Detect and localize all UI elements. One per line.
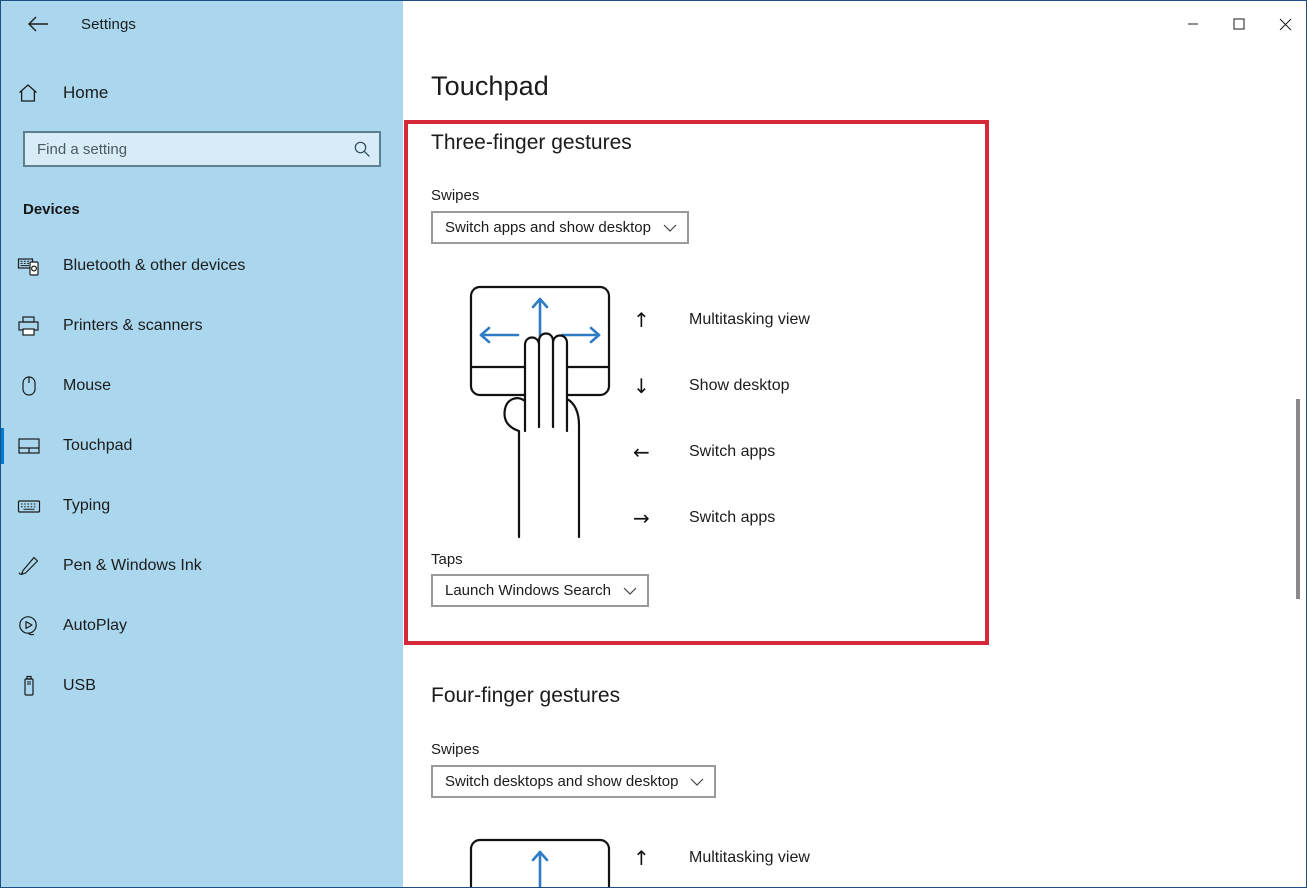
sidebar-item-pen-windows-ink[interactable]: Pen & Windows Ink (1, 536, 403, 596)
three-finger-swipes-label: Swipes (431, 187, 480, 204)
chevron-down-icon (690, 777, 704, 787)
close-button[interactable] (1262, 1, 1306, 47)
three-finger-taps-label: Taps (431, 551, 463, 568)
selection-accent (1, 488, 4, 524)
arrow-left-icon: ← (633, 440, 650, 464)
maximize-button[interactable] (1216, 1, 1262, 47)
keyboard-icon (17, 495, 57, 517)
titlebar-left: Settings (1, 1, 403, 47)
sidebar-item-autoplay[interactable]: AutoPlay (1, 596, 403, 656)
three-finger-touchpad-diagram (469, 285, 611, 539)
minimize-button[interactable] (1170, 1, 1216, 47)
arrow-up-icon: ↑ (633, 846, 650, 870)
selection-accent (1, 308, 4, 344)
gesture-action-label: Multitasking view (689, 311, 810, 328)
sidebar-item-typing[interactable]: Typing (1, 476, 403, 536)
settings-scroll-area: Three-finger gestures Swipes Switch apps… (403, 111, 1306, 887)
four-finger-swipes-value: Switch desktops and show desktop (445, 773, 679, 790)
sidebar-home-label: Home (63, 83, 109, 102)
back-arrow-icon (28, 16, 48, 32)
four-finger-gestures-heading: Four-finger gestures (431, 684, 621, 707)
gesture-row: ↑ Multitasking view (633, 287, 810, 353)
bluetooth-devices-icon (17, 255, 57, 277)
settings-window: Settings Home Devices (0, 0, 1307, 888)
minimize-icon (1188, 23, 1198, 25)
sidebar-item-label: Pen & Windows Ink (63, 557, 202, 574)
three-finger-swipes-dropdown[interactable]: Switch apps and show desktop (431, 211, 689, 244)
sidebar-item-label: Mouse (63, 377, 112, 394)
gesture-action-label: Switch apps (689, 443, 776, 460)
search-icon[interactable] (353, 140, 371, 158)
main-content: Touchpad Three-finger gestures Swipes Sw… (403, 1, 1306, 887)
page-title: Touchpad (431, 71, 549, 101)
arrow-down-icon: ↓ (633, 374, 650, 398)
gesture-row: → Switch apps (633, 485, 810, 551)
arrow-up-icon: ↑ (633, 308, 650, 332)
sidebar-item-bluetooth-other-devices[interactable]: Bluetooth & other devices (1, 236, 403, 296)
gesture-action-label: Show desktop (689, 377, 790, 394)
home-icon (17, 82, 57, 104)
search-box[interactable] (23, 131, 381, 167)
selection-accent (1, 428, 4, 464)
app-title: Settings (81, 15, 136, 33)
printer-icon (17, 315, 57, 337)
sidebar-item-mouse[interactable]: Mouse (1, 356, 403, 416)
gesture-row: ↑ Multitasking view (633, 836, 810, 880)
pen-icon (17, 555, 57, 577)
sidebar-item-printers-scanners[interactable]: Printers & scanners (1, 296, 403, 356)
maximize-icon (1233, 18, 1245, 30)
sidebar-item-label: Touchpad (63, 437, 133, 454)
sidebar-item-label: Typing (63, 497, 111, 514)
sidebar-item-label: Printers & scanners (63, 317, 203, 334)
gesture-row: ↓ Show desktop (633, 353, 810, 419)
gesture-action-label: Switch apps (689, 509, 776, 526)
four-finger-swipes-label: Swipes (431, 741, 480, 758)
gesture-action-label: Multitasking view (689, 849, 810, 866)
gesture-row: ← Switch apps (633, 419, 810, 485)
sidebar-nav: Bluetooth & other devices Printers & sca… (1, 236, 403, 716)
back-button[interactable] (17, 8, 59, 40)
autoplay-icon (17, 615, 57, 637)
scrollbar-thumb[interactable] (1296, 399, 1300, 599)
selection-accent (1, 248, 4, 284)
selection-accent (1, 548, 4, 584)
window-controls (1170, 1, 1306, 47)
selection-accent (1, 668, 4, 704)
four-finger-swipes-dropdown[interactable]: Switch desktops and show desktop (431, 765, 717, 798)
sidebar: Settings Home Devices (1, 1, 403, 887)
three-finger-swipes-value: Switch apps and show desktop (445, 219, 651, 236)
sidebar-item-touchpad[interactable]: Touchpad (1, 416, 403, 476)
selection-accent (1, 608, 4, 644)
three-finger-gesture-list: ↑ Multitasking view ↓ Show desktop ← Swi… (633, 287, 810, 551)
three-finger-taps-value: Launch Windows Search (445, 582, 611, 599)
mouse-icon (17, 375, 57, 397)
close-icon (1279, 18, 1291, 30)
arrow-right-icon: → (633, 506, 650, 530)
sidebar-item-label: USB (63, 677, 96, 694)
sidebar-item-usb[interactable]: USB (1, 656, 403, 716)
usb-icon (17, 675, 57, 697)
selection-accent (1, 368, 4, 404)
sidebar-item-label: AutoPlay (63, 617, 128, 634)
four-finger-touchpad-diagram (469, 838, 611, 887)
chevron-down-icon (663, 223, 677, 233)
sidebar-item-home[interactable]: Home (1, 69, 403, 117)
search-input[interactable] (37, 140, 353, 158)
three-finger-taps-dropdown[interactable]: Launch Windows Search (431, 574, 649, 607)
touchpad-icon (17, 435, 57, 457)
three-finger-gestures-heading: Three-finger gestures (431, 131, 632, 154)
vertical-scrollbar[interactable] (1291, 47, 1305, 887)
sidebar-item-label: Bluetooth & other devices (63, 257, 246, 274)
four-finger-gesture-list: ↑ Multitasking view (633, 836, 810, 880)
sidebar-section-devices: Devices (23, 201, 80, 218)
chevron-down-icon (623, 586, 637, 596)
